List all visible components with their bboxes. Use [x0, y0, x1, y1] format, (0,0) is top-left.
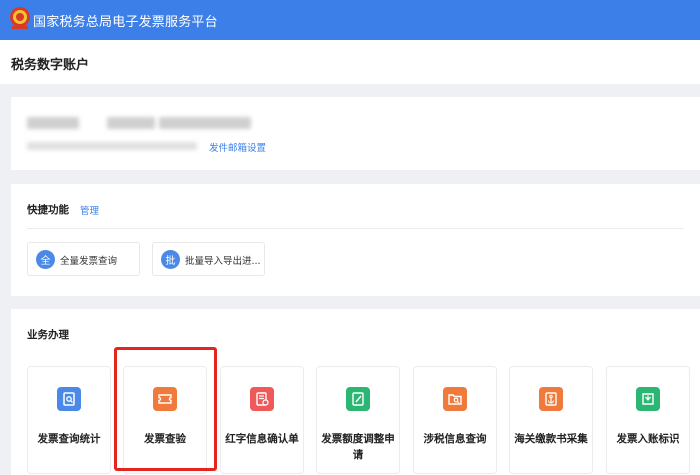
tile-label: 红字信息确认单 — [225, 433, 299, 445]
quick-functions-card: 快捷功能 管理 全 全量发票查询 批 批量导入导出进... — [11, 184, 700, 296]
tile-tax-info-query[interactable]: 涉税信息查询 — [413, 366, 497, 474]
tile-quota-adjustment[interactable]: 发票额度调整申请 — [316, 366, 400, 474]
top-bar: 国家税务总局电子发票服务平台 — [0, 0, 700, 40]
tile-label: 发票查询统计 — [37, 433, 101, 445]
tile-invoice-verify[interactable]: 发票查验 — [123, 366, 207, 474]
account-card: 发件邮箱设置 — [11, 97, 700, 170]
business-card: 业务办理 发票查询统计 发票查验 红字信息确认单 发票额度调整申请 涉税信息查询 — [11, 309, 700, 475]
tile-label: 发票入账标识 — [616, 433, 680, 445]
redacted-email — [27, 142, 197, 150]
tile-red-letter-confirmation[interactable]: 红字信息确认单 — [220, 366, 304, 474]
tax-emblem-icon — [10, 7, 30, 29]
quick-item-label: 批量导入导出进... — [185, 256, 261, 267]
redacted-company — [159, 117, 251, 129]
redacted-name — [27, 117, 79, 129]
divider — [27, 228, 684, 229]
folder-search-icon — [443, 387, 467, 411]
quick-item-label: 全量发票查询 — [60, 256, 118, 267]
anchor-icon — [539, 387, 563, 411]
red-document-icon — [250, 387, 274, 411]
app-title: 国家税务总局电子发票服务平台 — [33, 15, 218, 30]
tile-label: 发票额度调整申请 — [321, 433, 395, 461]
tile-invoice-query-stats[interactable]: 发票查询统计 — [27, 366, 111, 474]
tile-label: 海关缴款书采集 — [514, 433, 588, 445]
mail-settings-link[interactable]: 发件邮箱设置 — [209, 140, 266, 154]
redacted-id — [107, 117, 155, 129]
invoice-search-icon — [57, 387, 81, 411]
quick-item-batch-import-export[interactable]: 批 批量导入导出进... — [152, 242, 265, 276]
tile-customs-payment[interactable]: 海关缴款书采集 — [509, 366, 593, 474]
quick-item-badge: 批 — [161, 250, 180, 269]
download-box-icon — [636, 387, 660, 411]
ticket-icon — [153, 387, 177, 411]
quick-item-badge: 全 — [36, 250, 55, 269]
tile-label: 涉税信息查询 — [423, 433, 487, 445]
edit-document-icon — [346, 387, 370, 411]
page-header: 税务数字账户 — [0, 40, 700, 84]
page-title: 税务数字账户 — [11, 58, 90, 73]
quick-functions-title: 快捷功能 — [27, 204, 69, 216]
manage-link[interactable]: 管理 — [80, 203, 99, 217]
business-title: 业务办理 — [27, 329, 69, 341]
tile-label: 发票查验 — [144, 433, 186, 445]
tile-invoice-entry-mark[interactable]: 发票入账标识 — [606, 366, 690, 474]
quick-item-full-invoice-query[interactable]: 全 全量发票查询 — [27, 242, 140, 276]
